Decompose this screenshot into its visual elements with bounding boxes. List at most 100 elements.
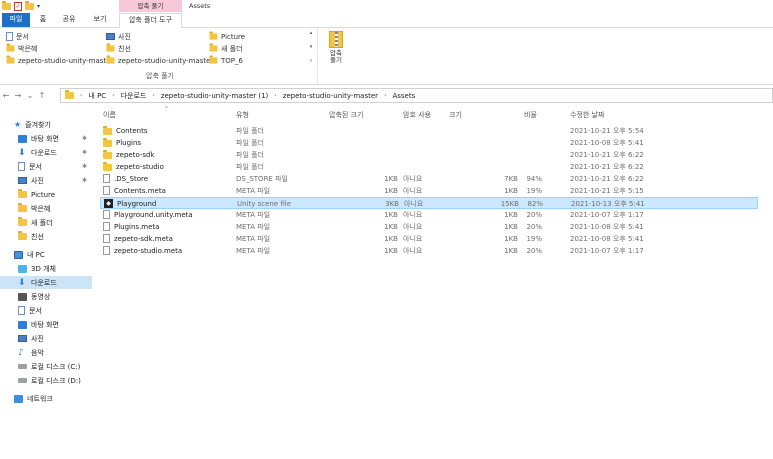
tab-file[interactable]: 파일 bbox=[2, 13, 30, 27]
folder-icon bbox=[6, 43, 15, 52]
file-name-cell[interactable]: Plugins.meta bbox=[103, 221, 233, 233]
file-row[interactable]: Contents.meta META 파일 1KB 아니요 1KB 19% 2021-10-… bbox=[100, 185, 758, 197]
window-title: Assets bbox=[189, 2, 211, 10]
sidebar-item-network[interactable]: 네트워크 bbox=[0, 392, 92, 405]
breadcrumb-item[interactable]: zepeto-studio-unity-master bbox=[283, 92, 378, 100]
breadcrumb-separator-icon[interactable]: › bbox=[112, 92, 114, 99]
properties-icon[interactable]: ✓ bbox=[14, 2, 22, 11]
file-row[interactable]: Plugins.meta META 파일 1KB 아니요 1KB 20% 2021-10-0… bbox=[100, 221, 758, 233]
file-row[interactable]: zepeto-studio 파일 폴더 2021-10-21 오후 6:22 bbox=[100, 161, 758, 173]
file-name-cell[interactable]: zepeto-sdk bbox=[103, 149, 233, 161]
file-name-cell[interactable]: .DS_Store bbox=[103, 173, 233, 185]
extract-to-pictures[interactable]: 사진 bbox=[106, 31, 131, 42]
drive-icon bbox=[18, 378, 27, 383]
column-header-size[interactable]: 크기 bbox=[449, 109, 519, 122]
file-row[interactable]: zepeto-sdk.meta META 파일 1KB 아니요 1KB 19% 2021-1… bbox=[100, 233, 758, 245]
sidebar-item-drive-d[interactable]: 로컬 디스크 (D:) bbox=[0, 374, 92, 387]
tab-view[interactable]: 보기 bbox=[90, 13, 110, 27]
tab-compressed-folder-tools[interactable]: 압축 폴더 도구 bbox=[119, 13, 182, 28]
column-header-name[interactable]: 이름 bbox=[103, 109, 233, 122]
tab-home[interactable]: 홈 bbox=[36, 13, 50, 27]
breadcrumb-separator-icon[interactable]: › bbox=[274, 92, 276, 99]
breadcrumb-item[interactable]: 내 PC bbox=[88, 91, 106, 101]
sidebar-item-label: 로컬 디스크 (C:) bbox=[31, 362, 81, 371]
sidebar-item-drive-c[interactable]: 로컬 디스크 (C:) bbox=[0, 360, 92, 373]
breadcrumb-item[interactable]: Assets bbox=[392, 92, 415, 100]
file-name-cell[interactable]: Plugins bbox=[103, 137, 233, 149]
file-name-cell[interactable]: Playground.unity.meta bbox=[103, 209, 233, 221]
folder-icon bbox=[209, 43, 218, 52]
sidebar-item-videos[interactable]: 동영상 bbox=[0, 290, 92, 303]
file-type-cell: DS_STORE 파일 bbox=[236, 175, 288, 183]
file-packed-cell bbox=[328, 125, 398, 137]
file-type-cell: META 파일 bbox=[236, 247, 271, 255]
sidebar-item-downloads[interactable]: ⬇ 다운로드 bbox=[0, 276, 92, 289]
breadcrumb-item[interactable]: zepeto-studio-unity-master (1) bbox=[161, 92, 269, 100]
sidebar-item-folder[interactable]: 새 폴더 bbox=[0, 216, 92, 229]
file-name-cell[interactable]: zepeto-sdk.meta bbox=[103, 233, 233, 245]
column-header-ratio[interactable]: 비율 bbox=[524, 109, 569, 122]
sidebar-item-folder[interactable]: Picture bbox=[0, 188, 92, 201]
sidebar-item-downloads[interactable]: ⬇ 다운로드 ✱ bbox=[0, 146, 92, 159]
column-header-date[interactable]: 수정한 날짜 bbox=[570, 109, 670, 122]
file-row[interactable]: Contents 파일 폴더 2021-10-21 오후 5:54 bbox=[100, 125, 758, 137]
sidebar-item-label: 친선 bbox=[31, 232, 44, 241]
file-row[interactable]: Playground.unity.meta META 파일 1KB 아니요 1KB 20%… bbox=[100, 209, 758, 221]
tab-share[interactable]: 공유 bbox=[59, 13, 79, 27]
breadcrumb[interactable]: › 내 PC › 다운로드 › zepeto-studio-unity-mast… bbox=[60, 88, 773, 103]
up-icon[interactable]: ↑ bbox=[36, 91, 48, 100]
sidebar-item-pictures[interactable]: 사진 bbox=[0, 332, 92, 345]
folder-icon[interactable] bbox=[2, 1, 11, 10]
new-folder-icon[interactable] bbox=[25, 1, 34, 10]
sidebar-item-desktop[interactable]: 바탕 화면 bbox=[0, 318, 92, 331]
breadcrumb-separator-icon[interactable]: › bbox=[384, 92, 386, 99]
extract-to-folder[interactable]: 박은혜 bbox=[6, 43, 37, 54]
breadcrumb-item[interactable]: 다운로드 bbox=[121, 91, 147, 101]
file-name-cell[interactable]: zepeto-studio.meta bbox=[103, 245, 233, 257]
extract-to-folder[interactable]: 친선 bbox=[106, 43, 131, 54]
file-name: zepeto-studio.meta bbox=[114, 247, 183, 255]
sidebar-item-desktop[interactable]: 바탕 화면 ✱ bbox=[0, 132, 92, 145]
file-row[interactable]: ◆ Playground Unity scene file 3KB 아니요 15KB 82%… bbox=[100, 197, 758, 209]
recent-locations-icon[interactable]: ⌄ bbox=[24, 91, 36, 100]
extract-to-new-folder[interactable]: 새 폴더 bbox=[209, 43, 243, 54]
sidebar-item-quick-access[interactable]: ★ 즐겨찾기 bbox=[0, 118, 92, 131]
gallery-scroll[interactable]: ▴ ▾ ▿ bbox=[307, 30, 315, 64]
sidebar-item-this-pc[interactable]: 내 PC bbox=[0, 248, 92, 261]
column-header-encrypted[interactable]: 암호 사용 bbox=[403, 109, 448, 122]
column-header-type[interactable]: 유형 bbox=[236, 109, 326, 122]
file-row[interactable]: .DS_Store DS_STORE 파일 1KB 아니요 7KB 94% 2021-10-… bbox=[100, 173, 758, 185]
sidebar-item-folder[interactable]: 친선 bbox=[0, 230, 92, 243]
scroll-up-icon[interactable]: ▴ bbox=[310, 30, 313, 36]
file-name-cell[interactable]: Contents bbox=[103, 125, 233, 137]
extract-to-folder[interactable]: zepeto-studio-unity-master bbox=[6, 55, 113, 66]
extract-to-folder[interactable]: TOP_6 bbox=[209, 55, 243, 66]
column-header-packed-size[interactable]: 압축된 크기 bbox=[329, 109, 399, 122]
extract-to-picture[interactable]: Picture bbox=[209, 31, 245, 42]
customize-toolbar-dropdown-icon[interactable]: ▾ bbox=[37, 3, 40, 10]
file-row[interactable]: zepeto-studio.meta META 파일 1KB 아니요 1KB 20% 202… bbox=[100, 245, 758, 257]
file-name-cell[interactable]: zepeto-studio bbox=[103, 161, 233, 173]
back-icon[interactable]: ← bbox=[0, 91, 12, 100]
file-size-cell bbox=[448, 161, 518, 173]
breadcrumb-separator-icon[interactable]: › bbox=[152, 92, 154, 99]
sidebar-item-3d-objects[interactable]: 3D 개체 bbox=[0, 262, 92, 275]
file-row[interactable]: zepeto-sdk 파일 폴더 2021-10-21 오후 6:22 bbox=[100, 149, 758, 161]
sidebar-item-documents[interactable]: 문서 bbox=[0, 304, 92, 317]
scroll-down-icon[interactable]: ▾ bbox=[310, 44, 313, 50]
expand-gallery-icon[interactable]: ▿ bbox=[310, 58, 313, 64]
sidebar-item-folder[interactable]: 박은혜 bbox=[0, 202, 92, 215]
sidebar-item-documents[interactable]: 문서 ✱ bbox=[0, 160, 92, 173]
extract-to-documents[interactable]: 문서 bbox=[6, 31, 29, 42]
sidebar-item-pictures[interactable]: 사진 ✱ bbox=[0, 174, 92, 187]
sidebar-item-music[interactable]: ♪ 음악 bbox=[0, 346, 92, 359]
breadcrumb-separator-icon[interactable]: › bbox=[80, 92, 82, 99]
sidebar-item-label: 다운로드 bbox=[31, 148, 57, 157]
extract-all-button[interactable]: 압축 풀기 bbox=[325, 31, 347, 71]
file-ratio-cell bbox=[524, 137, 542, 149]
extract-to-label: Picture bbox=[221, 32, 246, 41]
file-row[interactable]: Plugins 파일 폴더 2021-10-08 오후 5:41 bbox=[100, 137, 758, 149]
forward-icon[interactable]: → bbox=[12, 91, 24, 100]
file-name-cell[interactable]: Contents.meta bbox=[103, 185, 233, 197]
extract-to-folder[interactable]: zepeto-studio-unity-master bbox=[106, 55, 213, 66]
